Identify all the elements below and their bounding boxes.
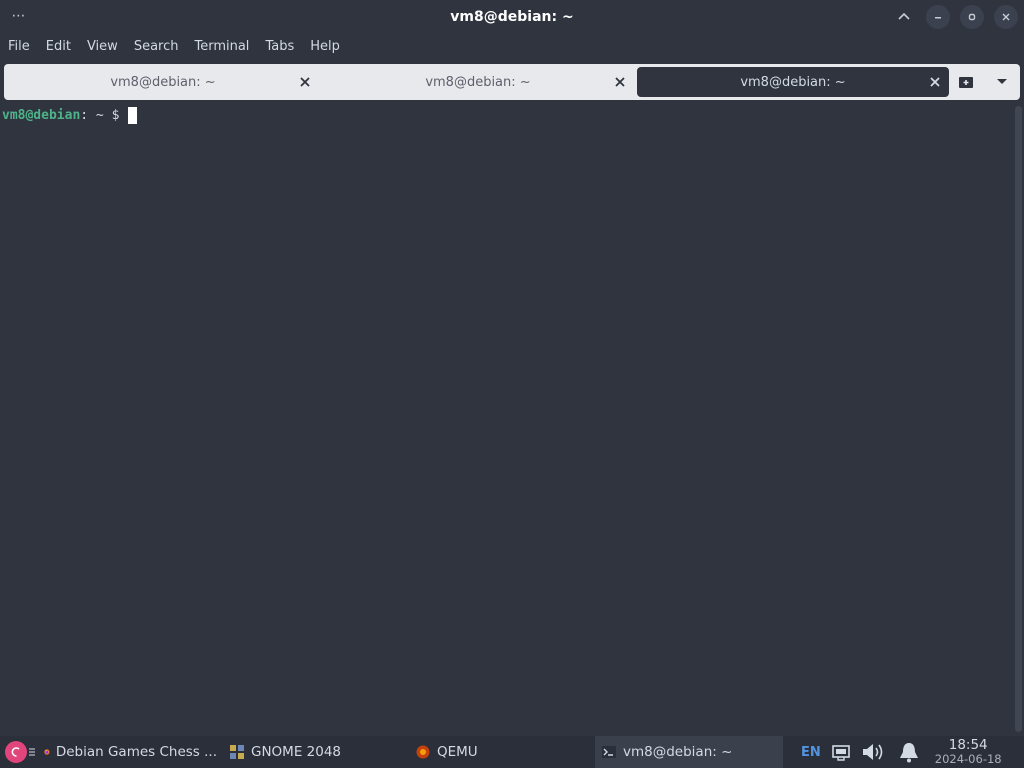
menu-handle-icon (29, 748, 35, 756)
prompt-path: : ~ $ (80, 107, 128, 123)
task-terminal[interactable]: vm8@debian: ~ (595, 736, 783, 768)
terminal-window: ⋯ vm8@debian: ~ File Edit View Search Te… (0, 0, 1024, 736)
terminal-output[interactable]: vm8@debian: ~ $ (0, 104, 1012, 732)
tab-close-button[interactable] (927, 74, 943, 90)
task-chess[interactable]: Debian Games Chess ... (38, 736, 223, 768)
system-tray: EN 18:54 2024-06-18 (801, 736, 1006, 768)
volume-icon[interactable] (861, 741, 887, 763)
restore-icon (968, 13, 976, 21)
clock-date: 2024-06-18 (934, 752, 1002, 766)
network-icon[interactable] (831, 743, 851, 761)
tab-label: vm8@debian: ~ (110, 74, 216, 90)
menu-edit[interactable]: Edit (38, 34, 79, 60)
debian-logo-icon (5, 741, 27, 763)
task-label: QEMU (437, 744, 478, 760)
minimize-icon (935, 17, 941, 19)
window-controls (892, 5, 1018, 29)
menu-search[interactable]: Search (126, 34, 187, 60)
start-menu-button[interactable] (0, 736, 38, 768)
tab-close-button[interactable] (297, 74, 313, 90)
chevron-down-icon (997, 79, 1007, 84)
scrollbar[interactable] (1015, 106, 1022, 732)
text-cursor (128, 106, 138, 124)
firefox-icon (44, 749, 50, 755)
tab-label: vm8@debian: ~ (740, 74, 846, 90)
tab-bar-actions (948, 64, 1020, 100)
menu-file[interactable]: File (0, 34, 38, 60)
new-tab-button[interactable] (948, 64, 984, 100)
close-icon (930, 77, 940, 87)
minimize-button[interactable] (926, 5, 950, 29)
window-menu-icon[interactable]: ⋯ (8, 6, 30, 28)
clock-time: 18:54 (948, 737, 988, 753)
qemu-icon (416, 745, 430, 759)
tab-bar: vm8@debian: ~ vm8@debian: ~ vm8@debian: … (4, 64, 1020, 100)
task-label: Debian Games Chess ... (55, 744, 217, 760)
maximize-button[interactable] (960, 5, 984, 29)
close-icon (615, 77, 625, 87)
prompt-line: vm8@debian: ~ $ (2, 106, 1010, 124)
clock[interactable]: 18:54 2024-06-18 (931, 738, 1006, 766)
window-title: vm8@debian: ~ (450, 9, 574, 25)
taskbar: Debian Games Chess ... GNOME 2048 QEMU v… (0, 736, 1024, 768)
task-label: GNOME 2048 (251, 744, 342, 760)
menu-help[interactable]: Help (302, 34, 348, 60)
tab-2[interactable]: vm8@debian: ~ (322, 67, 634, 97)
title-bar[interactable]: ⋯ vm8@debian: ~ (0, 0, 1024, 34)
keyboard-layout-indicator[interactable]: EN (801, 745, 821, 760)
menu-view[interactable]: View (79, 34, 126, 60)
tab-1[interactable]: vm8@debian: ~ (7, 67, 319, 97)
prompt-user-host: vm8@debian (2, 107, 81, 123)
gnome-2048-icon (230, 745, 244, 759)
close-icon (300, 77, 310, 87)
close-button[interactable] (994, 5, 1018, 29)
task-gnome-2048[interactable]: GNOME 2048 (223, 736, 409, 768)
menu-bar: File Edit View Search Terminal Tabs Help (0, 34, 1024, 60)
menu-terminal[interactable]: Terminal (186, 34, 257, 60)
task-qemu[interactable]: QEMU (409, 736, 595, 768)
tab-close-button[interactable] (612, 74, 628, 90)
tab-list-button[interactable] (984, 64, 1020, 100)
new-tab-icon (959, 77, 973, 88)
shade-button[interactable] (892, 5, 916, 29)
menu-tabs[interactable]: Tabs (257, 34, 302, 60)
chevron-up-icon (898, 12, 910, 20)
tab-label: vm8@debian: ~ (425, 74, 531, 90)
task-label: vm8@debian: ~ (623, 744, 733, 760)
close-icon (1002, 13, 1010, 21)
tab-3[interactable]: vm8@debian: ~ (637, 67, 949, 97)
notification-bell-icon[interactable] (897, 740, 921, 764)
terminal-icon (602, 746, 616, 758)
